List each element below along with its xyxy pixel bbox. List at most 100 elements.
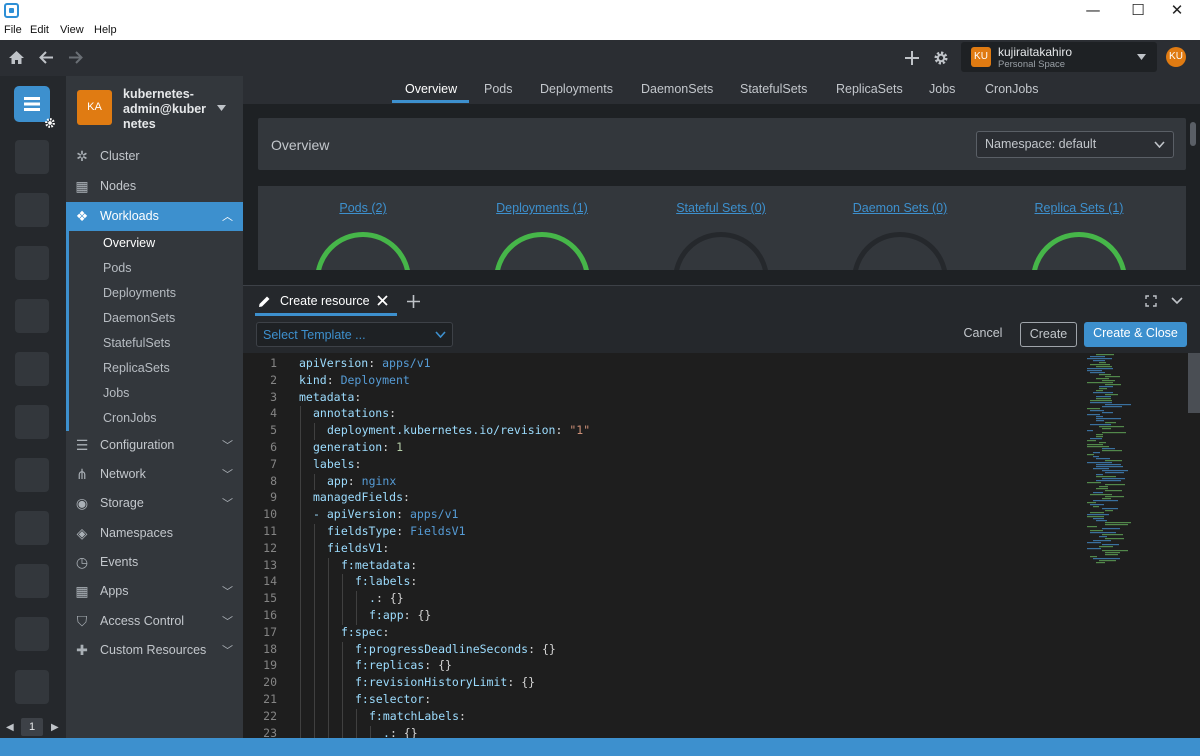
minimize-icon[interactable]: — [1070,0,1116,22]
minimap-line [1102,432,1126,434]
menu-bar: File Edit View Help [0,22,1200,40]
hotbar-slot[interactable] [15,511,49,545]
tab-statefulsets[interactable]: StatefulSets [740,82,807,96]
sidebar-sub-deployments[interactable]: Deployments [103,286,243,311]
minimap-line [1102,406,1122,408]
sidebar-item-events[interactable]: ◷ Events [66,548,243,577]
sidebar-item-cluster[interactable]: ✲ Cluster [66,142,243,171]
chart-statefulsets-ring [673,232,769,270]
clock-icon: ◷ [75,555,89,571]
sidebar-item-apps[interactable]: ▦ Apps ﹀ [66,577,243,606]
chart-statefulsets-link[interactable]: Stateful Sets (0) [641,201,801,215]
line-number: 3 [270,389,277,404]
sidebar-sub-replicasets[interactable]: ReplicaSets [103,361,243,386]
add-icon[interactable] [905,51,919,65]
tab-jobs[interactable]: Jobs [929,82,955,96]
minimap-line [1096,418,1121,420]
sidebar-item-configuration[interactable]: ☰ Configuration ﹀ [66,431,243,460]
hotbar-settings-icon[interactable] [44,117,56,129]
sidebar-sub-pods[interactable]: Pods [103,261,243,286]
chart-pods-link[interactable]: Pods (2) [283,201,443,215]
dock-tab-create-resource[interactable]: Create resource [255,286,397,317]
sidebar-sub-daemonsets[interactable]: DaemonSets [103,311,243,336]
menu-view[interactable]: View [60,24,84,36]
sidebar-item-storage[interactable]: ◉ Storage ﹀ [66,489,243,518]
fullscreen-icon[interactable] [1145,295,1157,307]
hotbar-slot[interactable] [15,617,49,651]
tab-deployments[interactable]: Deployments [540,82,613,96]
sidebar-sub-statefulsets[interactable]: StatefulSets [103,336,243,361]
indent-guide [314,692,315,709]
indent-guide [314,725,315,738]
sidebar-item-network[interactable]: ⋔ Network ﹀ [66,460,243,489]
hotbar-slot[interactable] [15,193,49,227]
sidebar-sub-jobs[interactable]: Jobs [103,386,243,411]
chevron-down-icon [1154,141,1165,148]
user-space-selector[interactable]: KU kujiraitakahiro Personal Space [961,42,1157,72]
tab-cronjobs[interactable]: CronJobs [985,82,1039,96]
hotbar-prev-icon[interactable]: ◀ [6,722,14,733]
indent-guide [314,423,315,440]
menu-help[interactable]: Help [94,24,117,36]
template-select[interactable]: Select Template ... [256,322,453,347]
sidebar-item-access-control[interactable]: ⛉ Access Control ﹀ [66,607,243,636]
code-line: .: {} [383,725,418,738]
sidebar-item-workloads[interactable]: ❖ Workloads ︿ [66,202,243,231]
hotbar-slot[interactable] [15,670,49,704]
hotbar-slot[interactable] [15,140,49,174]
forward-arrow-icon[interactable] [68,50,84,65]
minimap-line [1099,374,1111,376]
sidebar-item-namespaces[interactable]: ◈ Namespaces [66,519,243,548]
create-button[interactable]: Create [1020,322,1077,347]
hotbar-next-icon[interactable]: ▶ [51,722,59,733]
close-tab-icon[interactable] [377,295,388,306]
indent-guide [300,473,301,491]
back-arrow-icon[interactable] [38,50,54,65]
hotbar-slot[interactable] [15,299,49,333]
code-line: f:labels: [355,574,418,589]
chevron-down-icon: ﹀ [222,585,233,598]
code-line: .: {} [369,591,404,606]
hotbar-slot[interactable] [15,564,49,598]
cancel-button[interactable]: Cancel [954,322,1012,347]
minimap-line [1102,450,1122,452]
user-space: Personal Space [998,59,1066,70]
home-icon[interactable] [8,50,25,65]
minimize-dock-icon[interactable] [1171,297,1183,305]
tab-replicasets[interactable]: ReplicaSets [836,82,903,96]
editor-scrollbar[interactable] [1188,353,1200,738]
editor-minimap[interactable] [1085,353,1185,565]
hotbar-slot[interactable] [15,246,49,280]
code-line: f:revisionHistoryLimit: {} [355,675,536,690]
menu-edit[interactable]: Edit [30,24,49,36]
profile-avatar[interactable]: KU [1166,47,1186,67]
hotbar-slot[interactable] [15,352,49,386]
indent-guide [300,456,301,474]
main-scrollbar-thumb[interactable] [1190,122,1196,146]
close-window-icon[interactable]: ✕ [1154,0,1200,22]
tab-pods[interactable]: Pods [484,82,513,96]
hotbar-slot[interactable] [15,405,49,439]
sidebar-sub-overview[interactable]: Overview [103,236,243,261]
yaml-editor[interactable]: 1 apiVersion: apps/v1 2 kind: Deployment 3 me… [243,353,1200,738]
tab-daemonsets[interactable]: DaemonSets [641,82,713,96]
indent-guide [314,574,315,592]
tab-overview[interactable]: Overview [405,82,457,96]
chart-daemonsets-link[interactable]: Daemon Sets (0) [820,201,980,215]
new-tab-icon[interactable] [407,295,420,308]
cluster-selector[interactable]: KA kubernetes- admin@kuber netes [66,76,243,140]
editor-scrollbar-thumb[interactable] [1188,353,1200,413]
minimap-line [1087,542,1101,544]
sidebar-item-custom-resources[interactable]: ✚ Custom Resources ﹀ [66,636,243,665]
namespace-select[interactable]: Namespace: default [976,131,1174,158]
chart-deployments-link[interactable]: Deployments (1) [462,201,622,215]
sidebar-item-nodes[interactable]: ▦ Nodes [66,172,243,201]
create-close-button[interactable]: Create & Close [1084,322,1187,347]
hotbar-slot[interactable] [15,458,49,492]
minimap-line [1105,552,1120,554]
chart-replicasets-link[interactable]: Replica Sets (1) [999,201,1159,215]
gear-icon[interactable] [933,50,949,66]
indent-guide [314,591,315,608]
indent-guide [300,641,301,659]
menu-file[interactable]: File [4,24,22,36]
